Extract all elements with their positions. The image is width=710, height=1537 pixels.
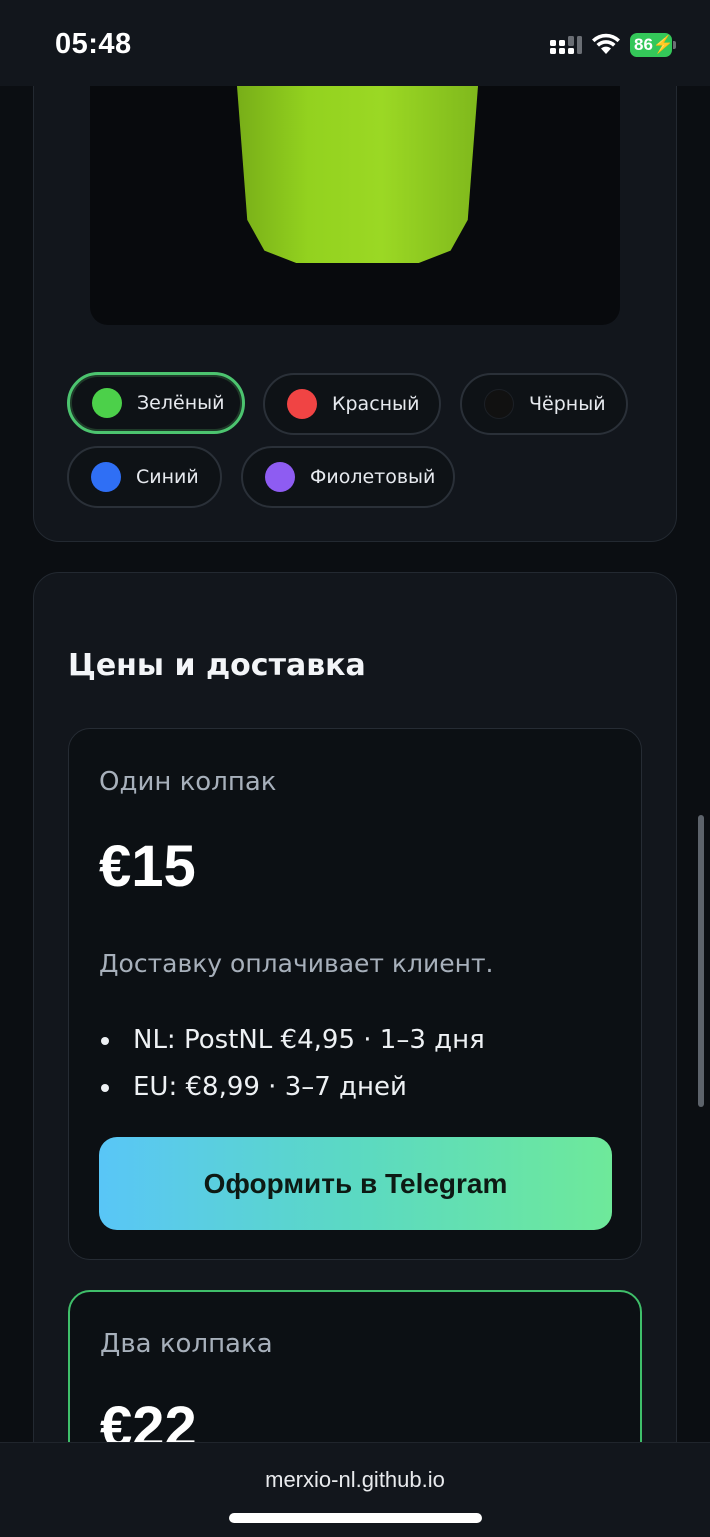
shipping-item-eu: EU: €8,99 · 3–7 дней <box>99 1068 485 1115</box>
url-text[interactable]: merxio-nl.github.io <box>0 1467 710 1493</box>
color-label: Зелёный <box>137 392 225 414</box>
shipping-item-nl: NL: PostNL €4,95 · 1–3 дня <box>99 1021 485 1068</box>
color-label: Фиолетовый <box>310 466 436 488</box>
scrollbar[interactable] <box>698 815 704 1107</box>
blue-dot-icon <box>91 462 121 492</box>
color-option-green[interactable]: Зелёный <box>67 372 245 434</box>
offer-name: Два колпака <box>100 1329 273 1359</box>
offer-note: Доставку оплачивает клиент. <box>99 949 494 978</box>
status-bar: 05:48 86⚡ <box>0 0 710 86</box>
color-label: Красный <box>332 393 420 415</box>
red-dot-icon <box>287 389 317 419</box>
green-dot-icon <box>92 388 122 418</box>
battery-level: 86⚡ <box>630 33 674 57</box>
shipping-list: NL: PostNL €4,95 · 1–3 дня EU: €8,99 · 3… <box>99 1021 485 1115</box>
black-dot-icon <box>484 389 514 419</box>
purple-dot-icon <box>265 462 295 492</box>
offer-card-single: Один колпак €15 Доставку оплачивает клие… <box>68 728 642 1260</box>
color-option-purple[interactable]: Фиолетовый <box>241 446 455 508</box>
color-label: Чёрный <box>529 393 606 415</box>
product-image <box>90 60 620 325</box>
battery-charging-icon: 86⚡ <box>630 33 676 57</box>
home-indicator[interactable] <box>229 1513 482 1523</box>
color-option-black[interactable]: Чёрный <box>460 373 628 435</box>
color-option-blue[interactable]: Синий <box>67 446 222 508</box>
section-title: Цены и доставка <box>68 648 366 683</box>
status-time: 05:48 <box>55 28 132 60</box>
green-cap-image <box>235 60 480 263</box>
offer-name: Один колпак <box>99 767 277 797</box>
color-option-red[interactable]: Красный <box>263 373 441 435</box>
order-telegram-button[interactable]: Оформить в Telegram <box>99 1137 612 1230</box>
order-button-label: Оформить в Telegram <box>203 1167 508 1199</box>
wifi-icon <box>592 33 620 54</box>
color-label: Синий <box>136 466 199 488</box>
offer-price: €15 <box>99 834 196 899</box>
signal-icon <box>550 36 582 54</box>
browser-url-bar[interactable]: merxio-nl.github.io <box>0 1442 710 1537</box>
